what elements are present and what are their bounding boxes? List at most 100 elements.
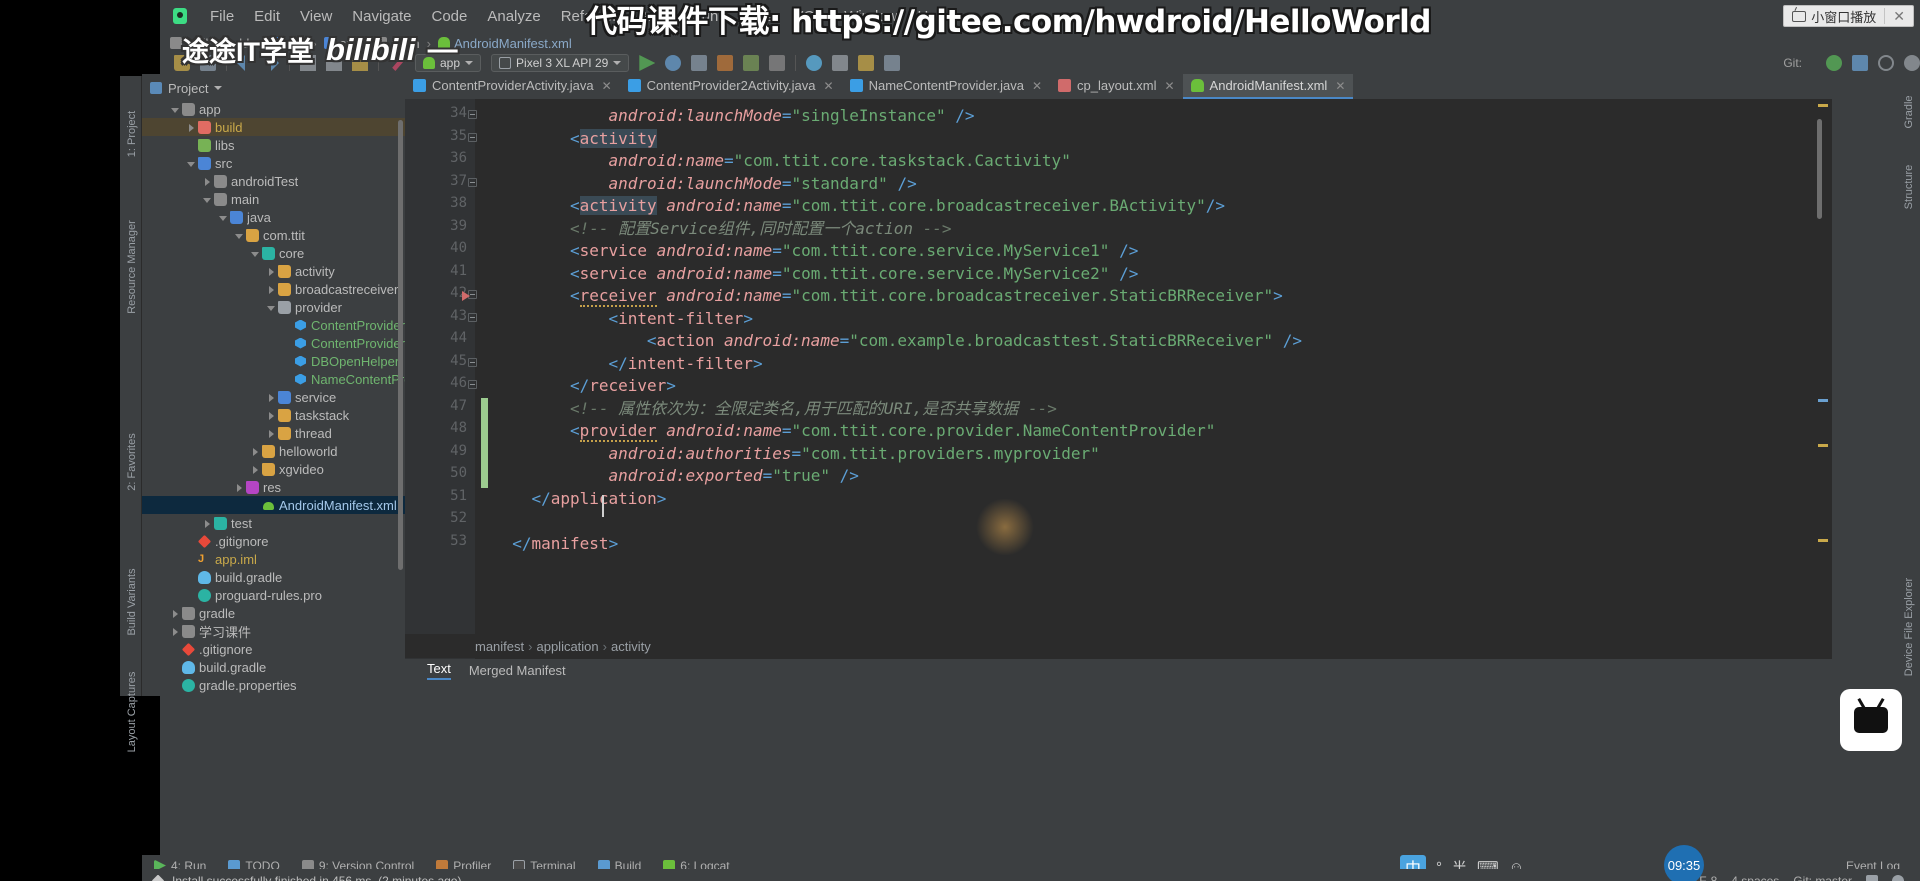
tree-item-namecontentprovider[interactable]: NameContentProvider <box>142 370 405 388</box>
stripe-device-file-explorer[interactable]: Device File Explorer <box>1903 562 1915 692</box>
code-line[interactable]: android:authorities="com.ttit.providers.… <box>608 443 1099 466</box>
menu-item-view[interactable]: View <box>290 4 342 29</box>
editor-crumb-manifest[interactable]: manifest <box>475 639 524 654</box>
tree-item-build-gradle[interactable]: build.gradle <box>142 568 405 586</box>
code-editor[interactable]: 34 35 36 37 38 39 40 41 42 43 44 45 46 47 48 49 50 51 52 53… <box>405 99 1832 659</box>
editor-tab-namecontentprovider-java[interactable]: NameContentProvider.java ✕ <box>842 74 1050 99</box>
editor-crumb-activity[interactable]: activity <box>611 639 651 654</box>
tree-item-test[interactable]: test <box>142 514 405 532</box>
tree-item-build[interactable]: build <box>142 118 405 136</box>
tree-item-thread[interactable]: thread <box>142 424 405 442</box>
editor-tab-androidmanifest-xml[interactable]: AndroidManifest.xml ✕ <box>1182 74 1354 99</box>
tree-item-gradle-properties[interactable]: gradle.properties <box>142 676 405 694</box>
bilibili-float-button[interactable] <box>1840 689 1902 751</box>
tree-item-com-ttit[interactable]: com.ttit <box>142 226 405 244</box>
code-line[interactable]: android:launchMode="singleInstance" /> <box>608 105 974 128</box>
tree-item-gradlew[interactable]: gradlew <box>142 694 405 697</box>
stripe-favorites[interactable]: 2: Favorites <box>126 412 138 512</box>
close-icon[interactable]: ✕ <box>1885 8 1913 25</box>
chevron-closed-icon[interactable] <box>266 410 277 421</box>
status-indent[interactable]: 4 spaces <box>1731 874 1779 881</box>
code-fold-icon[interactable] <box>467 109 479 121</box>
profile-icon[interactable] <box>717 55 734 71</box>
menu-item-file[interactable]: File <box>200 4 244 29</box>
chevron-closed-icon[interactable] <box>266 392 277 403</box>
chevron-closed-icon[interactable] <box>202 518 213 529</box>
device-selector[interactable]: Pixel 3 XL API 29 <box>491 54 630 72</box>
stop-icon[interactable] <box>769 55 786 71</box>
tree-item-helloworld[interactable]: helloworld <box>142 442 405 460</box>
vcs-change-marker[interactable] <box>481 420 488 443</box>
chevron-open-icon[interactable] <box>186 158 197 169</box>
chevron-closed-icon[interactable] <box>170 608 181 619</box>
code-line[interactable]: <service android:name="com.ttit.core.ser… <box>570 240 1138 263</box>
tree-item--[interactable]: 学习课件 <box>142 622 405 640</box>
editor-gutter[interactable]: 34 35 36 37 38 39 40 41 42 43 44 45 46 47 48 49 50 51 52 53 <box>405 99 477 659</box>
menu-item-edit[interactable]: Edit <box>244 4 290 29</box>
chevron-open-icon[interactable] <box>266 302 277 313</box>
project-chevron-icon[interactable] <box>214 86 223 90</box>
menu-item-code[interactable]: Code <box>421 4 477 29</box>
search-everywhere-icon[interactable] <box>1878 55 1894 71</box>
chevron-open-icon[interactable] <box>218 212 229 223</box>
tree-item-service[interactable]: service <box>142 388 405 406</box>
debug-icon[interactable] <box>665 55 682 71</box>
code-line[interactable]: <provider android:name="com.ttit.core.pr… <box>570 420 1215 443</box>
chevron-closed-icon[interactable] <box>250 446 261 457</box>
editor-tab-cp-layout-xml[interactable]: cp_layout.xml ✕ <box>1050 74 1183 99</box>
run-play-icon[interactable] <box>639 55 656 71</box>
tree-item-main[interactable]: main <box>142 190 405 208</box>
chevron-closed-icon[interactable] <box>250 464 261 475</box>
editor-crumb-application[interactable]: application <box>536 639 598 654</box>
tree-item-broadcastreceiver[interactable]: broadcastreceiver <box>142 280 405 298</box>
code-fold-icon[interactable] <box>467 177 479 189</box>
tree-item-src[interactable]: src <box>142 154 405 172</box>
tab-text[interactable]: Text <box>427 661 451 680</box>
code-line[interactable]: android:exported="true" /> <box>608 465 858 488</box>
close-tab-icon[interactable]: ✕ <box>824 79 834 93</box>
chevron-closed-icon[interactable] <box>186 122 197 133</box>
tree-scrollbar[interactable] <box>398 120 403 570</box>
status-git-branch[interactable]: Git: master <box>1793 874 1852 881</box>
stripe-project[interactable]: 1: Project <box>126 94 138 174</box>
tree-item-taskstack[interactable]: taskstack <box>142 406 405 424</box>
stripe-build-variants[interactable]: Build Variants <box>126 547 138 657</box>
code-line[interactable]: android:name="com.ttit.core.taskstack.Ca… <box>608 150 1070 173</box>
close-tab-icon[interactable]: ✕ <box>1164 79 1174 93</box>
lock-icon[interactable] <box>1866 874 1878 881</box>
run-gutter-icon[interactable] <box>462 291 470 301</box>
code-line[interactable]: </receiver> <box>570 375 676 398</box>
editor-tab-bar[interactable]: ContentProviderActivity.java ✕ ContentProv… <box>405 74 1832 99</box>
sync-gradle-icon[interactable] <box>806 55 823 71</box>
tree-item-activity[interactable]: activity <box>142 262 405 280</box>
tree-item-gradle[interactable]: gradle <box>142 604 405 622</box>
tree-item-build-gradle[interactable]: build.gradle <box>142 658 405 676</box>
vcs-change-marker[interactable] <box>481 397 488 420</box>
tree-item-dbopenhelper[interactable]: DBOpenHelper <box>142 352 405 370</box>
tree-item-androidtest[interactable]: androidTest <box>142 172 405 190</box>
close-tab-icon[interactable]: ✕ <box>602 79 612 93</box>
chevron-closed-icon[interactable] <box>234 482 245 493</box>
code-line[interactable]: android:launchMode="standard" /> <box>608 173 916 196</box>
project-tree-panel[interactable]: app build libs src androidTest main java com.tt… <box>142 74 405 696</box>
stripe-gradle[interactable]: Gradle <box>1903 82 1915 142</box>
code-fold-icon[interactable] <box>467 312 479 324</box>
editor-code-content[interactable]: android:launchMode="singleInstance" /> <a… <box>493 99 1833 659</box>
stripe-structure[interactable]: Structure <box>1903 152 1915 222</box>
tab-merged-manifest[interactable]: Merged Manifest <box>469 663 566 678</box>
editor-scrollbar[interactable] <box>1817 119 1822 219</box>
tree-item-java[interactable]: java <box>142 208 405 226</box>
editor-tab-contentprovider2activity-java[interactable]: ContentProvider2Activity.java ✕ <box>620 74 842 99</box>
vcs-change-marker[interactable] <box>481 442 488 465</box>
avd-manager-icon[interactable] <box>832 55 849 71</box>
sdk-manager-icon[interactable] <box>858 55 875 71</box>
attach-debugger-icon[interactable] <box>743 55 760 71</box>
tree-item-contentprovideractivity[interactable]: ContentProviderActivity <box>142 334 405 352</box>
tree-item-libs[interactable]: libs <box>142 136 405 154</box>
chevron-open-icon[interactable] <box>170 104 181 115</box>
vcs-commit-icon[interactable] <box>1852 55 1868 71</box>
code-line[interactable]: <service android:name="com.ttit.core.ser… <box>570 263 1138 286</box>
menu-item-navigate[interactable]: Navigate <box>342 4 421 29</box>
code-line[interactable]: </application> <box>531 488 666 511</box>
tree-item--gitignore[interactable]: .gitignore <box>142 532 405 550</box>
